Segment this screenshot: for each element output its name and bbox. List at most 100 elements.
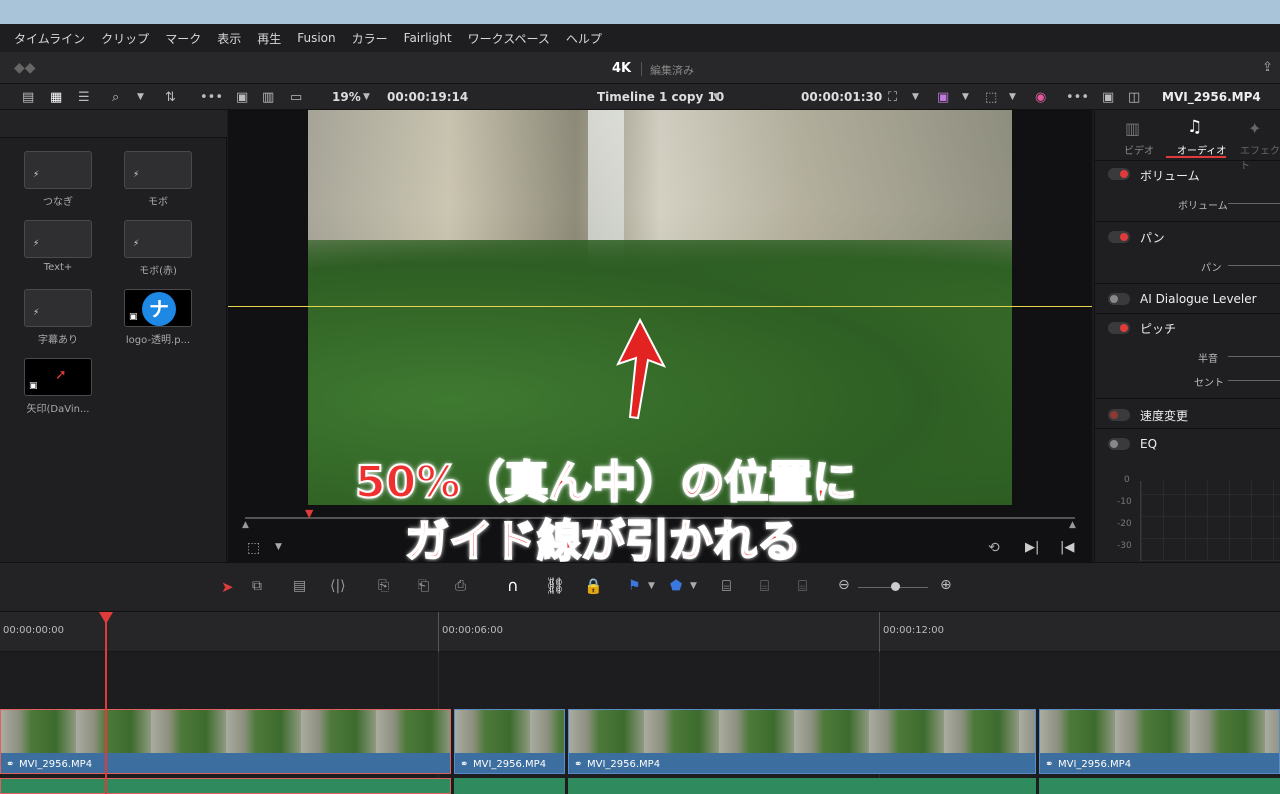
zoom-custom-icon[interactable]: ⌸ [798,577,807,595]
inspector-divider [1094,283,1280,284]
media-tile-tsunagi[interactable]: ⚡ [24,151,92,189]
zoom-full-icon[interactable]: ⌸ [722,577,731,595]
menu-color[interactable]: カラー [352,30,388,47]
menu-fairlight[interactable]: Fairlight [404,31,452,45]
media-tile-textplus[interactable]: ⚡ [24,220,92,258]
effects-tab-icon[interactable]: ✦ [1248,119,1261,138]
speed-toggle[interactable] [1108,409,1130,421]
list-view-icon[interactable]: ▤ [22,84,34,110]
pitch-toggle[interactable] [1108,322,1130,334]
flag-dropdown-icon[interactable]: ▼ [648,581,655,591]
playhead-handle[interactable] [99,612,113,624]
audio-clip[interactable] [0,778,451,794]
zoom-detail-icon[interactable]: ⌸ [760,577,769,595]
menu-clip[interactable]: クリップ [101,30,149,47]
grid-view-icon[interactable]: ▦ [50,84,62,110]
overwrite-clip-icon[interactable]: ⎗ [418,578,429,594]
blade-tool-icon[interactable]: ⟨|⟩ [330,578,346,594]
loop-icon[interactable]: ⟲ [988,540,1000,556]
audio-tab-icon[interactable]: ♫ [1187,117,1202,137]
menu-fusion[interactable]: Fusion [297,31,335,45]
go-start-icon[interactable]: |◀ [1060,540,1074,555]
cent-slider[interactable] [1228,380,1280,381]
dynamic-trim-icon[interactable]: ▤ [293,578,306,594]
share-icon[interactable]: ⇪ [1262,60,1273,75]
fx-badge-icon[interactable]: ▣ [937,84,949,110]
media-tile-subtitles[interactable]: ⚡ [24,289,92,327]
crop-icon[interactable]: ⬚ [247,540,260,556]
tab-audio[interactable]: オーディオ [1177,142,1226,157]
color-wheel-icon[interactable]: ◉ [1035,84,1046,110]
ruler-timecode: 00:00:00:00 [3,625,65,636]
selection-tool-icon[interactable]: ➤ [221,578,234,596]
viewer-size-icon[interactable]: ⛶ [888,84,897,110]
insert-clip-icon[interactable]: ⎘ [378,578,389,594]
audio-clip[interactable] [454,778,565,794]
pan-slider[interactable] [1228,265,1280,266]
filmstrip-icon[interactable]: ▥ [262,84,274,110]
eq-graph[interactable] [1140,481,1280,561]
semitone-slider[interactable] [1228,356,1280,357]
media-tile-mobo[interactable]: ⚡ [124,151,192,189]
next-frame-icon[interactable]: ▶| [1025,540,1039,555]
marker-icon[interactable]: ⬟ [670,578,682,594]
viewer-more-icon[interactable]: ••• [1066,84,1089,110]
viewer-size-dropdown-icon[interactable]: ▼ [912,84,919,110]
replace-clip-icon[interactable]: ⎙ [455,578,466,594]
media-tile-mobo-red[interactable]: ⚡ [124,220,192,258]
inspector-split-icon[interactable]: ◫ [1128,84,1140,110]
eq-toggle[interactable] [1108,438,1130,450]
timeline-ruler[interactable]: 00:00:00:00 00:00:06:00 00:00:12:00 [0,612,1280,652]
scrub-playhead-icon[interactable]: ▼ [305,507,313,520]
transform-icon[interactable]: ⬚ [985,84,997,110]
tab-video[interactable]: ビデオ [1124,142,1154,157]
zoom-dropdown-icon[interactable]: ▼ [363,84,370,110]
dialogue-toggle[interactable] [1108,293,1130,305]
volume-toggle[interactable] [1108,168,1130,180]
media-tile-arrow[interactable]: ➚ ▣ [24,358,92,396]
video-tab-icon[interactable]: ▥ [1125,119,1140,138]
search-icon[interactable]: ⌕ [112,84,119,110]
zoom-level[interactable]: 19% [332,84,361,110]
detail-view-icon[interactable]: ☰ [78,84,90,110]
scrub-start-handle[interactable]: ▲ [242,520,249,530]
linked-selection-icon[interactable]: ⛓ [545,576,565,595]
flag-icon[interactable]: ⚑ [628,578,641,594]
fx-dropdown-icon[interactable]: ▼ [962,84,969,110]
zoom-slider-knob[interactable] [891,582,900,591]
menu-timeline[interactable]: タイムライン [14,30,85,47]
tab-effects[interactable]: エフェクト [1240,142,1280,172]
image-icon[interactable]: ▣ [236,84,248,110]
snapping-icon[interactable]: ∩ [507,576,519,595]
volume-slider[interactable] [1228,203,1280,204]
audio-clip[interactable] [1039,778,1280,794]
pan-toggle[interactable] [1108,231,1130,243]
trim-tool-icon[interactable]: ⧉ [252,578,262,594]
transform-dropdown-icon[interactable]: ▼ [1009,84,1016,110]
monitor-icon[interactable]: ▭ [290,84,302,110]
search-dropdown-icon[interactable]: ▼ [137,84,144,110]
timeline-playhead[interactable] [105,612,107,794]
zoom-out-icon[interactable]: ⊖ [838,577,850,593]
menu-help[interactable]: ヘルプ [566,30,602,47]
audio-clip[interactable] [568,778,1036,794]
timeline-dropdown-icon[interactable]: ▼ [713,84,720,110]
crop-dropdown-icon[interactable]: ▼ [275,542,282,552]
video-clip[interactable]: ⚭ MVI_2956.MP4 [0,709,451,774]
inspector-image-icon[interactable]: ▣ [1102,84,1114,110]
timeline-name[interactable]: Timeline 1 copy 10 [597,84,724,110]
video-clip[interactable]: ⚭ MVI_2956.MP4 [454,709,565,774]
menu-playback[interactable]: 再生 [257,30,281,47]
position-lock-icon[interactable]: 🔒 [584,577,603,595]
menu-view[interactable]: 表示 [217,30,241,47]
menu-mark[interactable]: マーク [165,30,201,47]
scrub-end-handle[interactable]: ▲ [1069,520,1076,530]
sort-icon[interactable]: ⇅ [165,84,176,110]
zoom-in-icon[interactable]: ⊕ [940,577,952,593]
menu-workspace[interactable]: ワークスペース [468,30,550,47]
video-clip[interactable]: ⚭ MVI_2956.MP4 [1039,709,1280,774]
video-clip[interactable]: ⚭ MVI_2956.MP4 [568,709,1036,774]
more-options-icon[interactable]: ••• [200,84,223,110]
media-tile-logo[interactable]: ナ ▣ [124,289,192,327]
marker-dropdown-icon[interactable]: ▼ [690,581,697,591]
